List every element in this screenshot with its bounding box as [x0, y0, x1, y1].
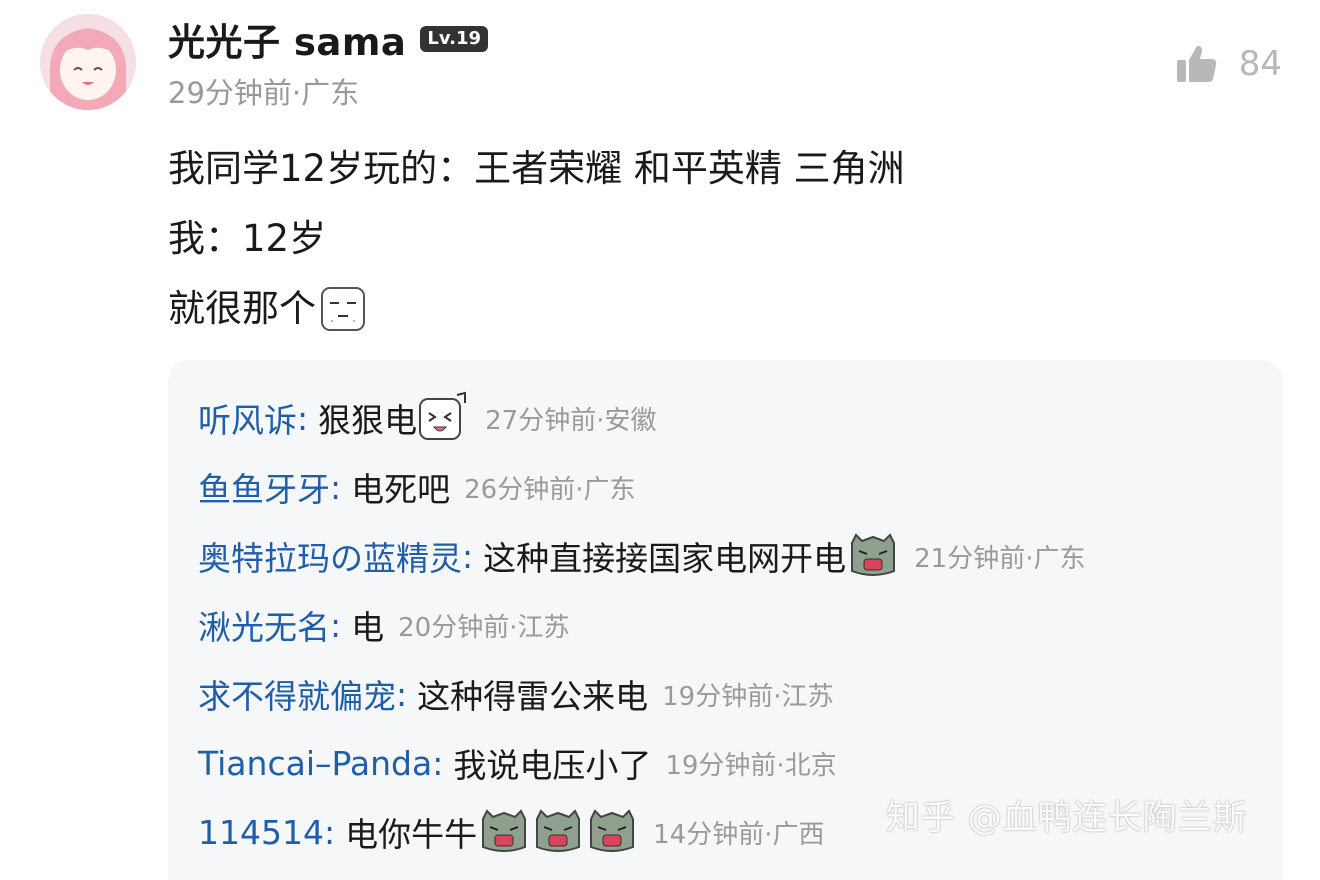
reply-time: 27分钟前·安徽	[485, 405, 657, 436]
author-row: 光光子 sama Lv.19	[168, 12, 489, 66]
watermark: 知乎 @血鸭连长陶兰斯	[886, 798, 1248, 838]
reply-text: 这种直接接国家电网开电	[483, 539, 847, 578]
reply-text: 电死吧	[351, 470, 451, 509]
like-button[interactable]: 84	[1175, 42, 1282, 86]
content-line: 我同学12岁玩的：王者荣耀 和平英精 三角洲	[168, 147, 905, 190]
green-angry-emoji-icon	[536, 809, 581, 852]
reply-item[interactable]: Tiancai–Panda: 我说电压小了 19分钟前·北京	[198, 735, 837, 791]
thumbs-up-icon	[1176, 45, 1216, 82]
reply-text: 电	[351, 608, 385, 647]
reply-author[interactable]: Tiancai–Panda	[198, 744, 432, 783]
reply-item[interactable]: 奥特拉玛の蓝精灵: 这种直接接国家电网开电 21分钟前·广东	[198, 528, 1085, 584]
anime-avatar-image	[40, 14, 136, 110]
reply-item[interactable]: 湫光无名: 电 20分钟前·江苏	[198, 597, 569, 653]
reply-text: 电你牛牛	[345, 815, 478, 854]
green-angry-emoji-icon	[482, 809, 527, 852]
reply-author[interactable]: 求不得就偏宠	[198, 670, 396, 718]
wink-music-emoji-icon	[419, 391, 467, 440]
reply-author[interactable]: 奥特拉玛の蓝精灵	[198, 532, 462, 580]
reply-time: 20分钟前·江苏	[398, 612, 570, 643]
level-badge: Lv.19	[420, 26, 489, 52]
content-line: 就很那个	[168, 274, 905, 344]
reply-item[interactable]: 听风诉: 狠狠电 27分钟前·安徽	[198, 390, 656, 446]
reply-item[interactable]: 鱼鱼牙牙: 电死吧 26分钟前·广东	[198, 459, 635, 515]
post-content: 我同学12岁玩的：王者荣耀 和平英精 三角洲 我：12岁 就很那个	[168, 134, 905, 344]
reply-text: 狠狠电	[318, 401, 418, 440]
reply-time: 19分钟前·北京	[665, 750, 837, 781]
reply-time: 19分钟前·江苏	[662, 681, 834, 712]
green-angry-emoji-icon	[590, 809, 635, 852]
reply-item[interactable]: 114514: 电你牛牛 14分钟前·广西	[198, 804, 824, 860]
reply-time: 14分钟前·广西	[653, 819, 825, 850]
reply-author[interactable]: 鱼鱼牙牙	[198, 463, 330, 511]
speechless-face-emoji-icon	[321, 287, 365, 331]
reply-text: 这种得雷公来电	[417, 677, 649, 716]
reply-author[interactable]: 听风诉	[198, 394, 297, 442]
reply-text: 我说电压小了	[453, 746, 652, 785]
reply-item[interactable]: 求不得就偏宠: 这种得雷公来电 19分钟前·江苏	[198, 666, 833, 722]
reply-author[interactable]: 湫光无名	[198, 601, 330, 649]
author-name[interactable]: 光光子 sama	[168, 12, 406, 66]
like-count: 84	[1238, 44, 1282, 84]
green-angry-emoji-icon	[851, 533, 896, 576]
reply-time: 21分钟前·广东	[914, 543, 1086, 574]
content-text: 就很那个	[168, 287, 316, 330]
post-meta: 29分钟前·广东	[168, 76, 360, 110]
reply-author[interactable]: 114514	[198, 813, 324, 852]
reply-time: 26分钟前·广东	[464, 474, 636, 505]
content-line: 我：12岁	[168, 217, 327, 260]
avatar[interactable]	[40, 14, 136, 110]
